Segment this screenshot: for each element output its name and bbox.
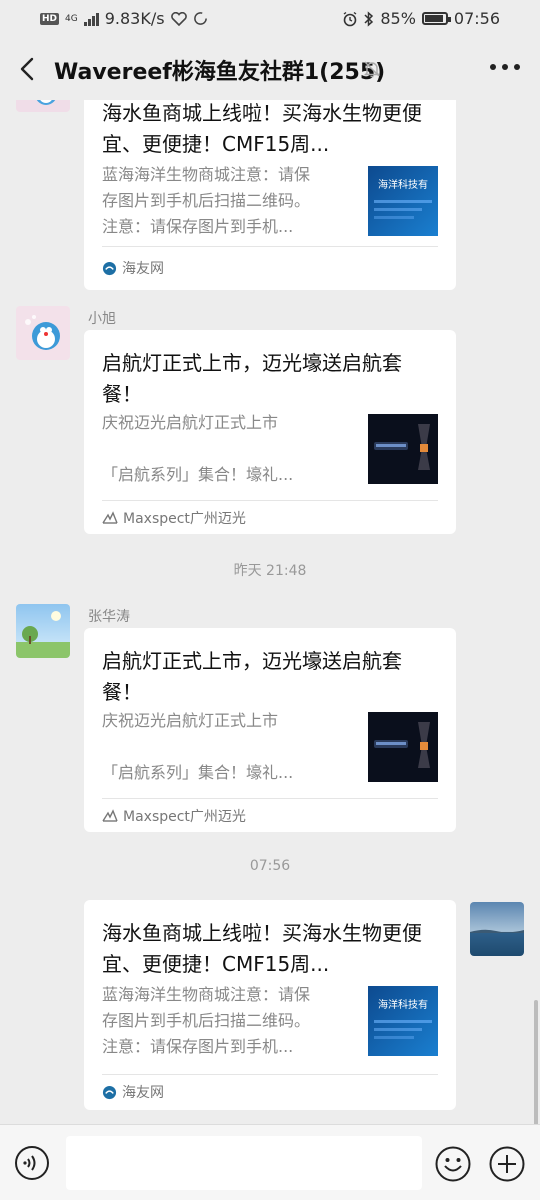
battery-percent: 85%	[380, 9, 416, 28]
network-type: 4G	[65, 13, 78, 24]
card-description: 庆祝迈光启航灯正式上市 「启航系列」集合！壕礼...	[102, 708, 352, 786]
timestamp: 昨天 21:48	[233, 563, 307, 579]
card-source-label: 海友网	[122, 1085, 164, 1101]
clock: 07:56	[453, 9, 500, 28]
sender-name: 张华涛	[88, 609, 130, 625]
sender-name: 小旭	[88, 311, 116, 327]
scrollbar[interactable]	[534, 1000, 538, 1124]
card-desc-line: 庆祝迈光启航灯正式上市	[102, 413, 279, 432]
my-avatar[interactable]	[470, 902, 524, 956]
voice-icon[interactable]	[14, 1145, 50, 1181]
maxspect-logo-icon	[102, 809, 118, 822]
status-left: HD 4G 9.83K/s	[40, 9, 208, 28]
hd-badge: HD	[40, 12, 60, 25]
card-desc-line: 注意：请保存图片到手机...	[102, 217, 294, 236]
battery-icon	[421, 12, 451, 25]
card-divider	[102, 500, 438, 501]
card-description: 蓝海海洋生物商城注意：请保 存图片到手机后扫描二维码。 注意：请保存图片到手机.…	[102, 162, 352, 240]
card-desc-line: 存图片到手机后扫描二维码。	[102, 1011, 311, 1030]
card-thumbnail	[368, 712, 438, 782]
alarm-icon	[343, 11, 357, 26]
chat-title: Wavereef彬海鱼友社群1(255)	[54, 60, 386, 85]
card-desc-line: 「启航系列」集合！壕礼...	[102, 763, 294, 782]
avatar[interactable]	[16, 604, 70, 658]
thumb-text: 海洋科技有	[378, 998, 428, 1011]
link-card[interactable]: 海水鱼商城上线啦！买海水生物更便宜、更便捷！CMF15周... 蓝海海洋生物商城…	[84, 100, 456, 290]
card-source-label: Maxspect广州迈光	[123, 809, 246, 825]
card-desc-line: 存图片到手机后扫描二维码。	[102, 191, 311, 210]
card-title: 启航灯正式上市，迈光壕送启航套餐！	[102, 649, 402, 704]
card-desc-line: 注意：请保存图片到手机...	[102, 1037, 294, 1056]
card-desc-line	[102, 436, 352, 462]
card-divider	[102, 246, 438, 247]
card-desc-line: 「启航系列」集合！壕礼...	[102, 465, 294, 484]
chat-header: Wavereef彬海鱼友社群1(255)	[0, 38, 540, 100]
card-divider	[102, 1074, 438, 1075]
link-card[interactable]: 启航灯正式上市，迈光壕送启航套餐！ 庆祝迈光启航灯正式上市 「启航系列」集合！壕…	[84, 628, 456, 832]
card-source: 海友网	[102, 258, 164, 278]
sync-icon	[193, 12, 207, 25]
card-source-label: 海友网	[122, 261, 164, 277]
card-desc-line: 蓝海海洋生物商城注意：请保	[102, 985, 311, 1004]
emoji-icon[interactable]	[434, 1145, 472, 1183]
link-card[interactable]: 海水鱼商城上线啦！买海水生物更便宜、更便捷！CMF15周... 蓝海海洋生物商城…	[84, 900, 456, 1110]
card-thumbnail: 海洋科技有	[368, 986, 438, 1056]
card-title: 启航灯正式上市，迈光壕送启航套餐！	[102, 351, 402, 406]
back-chevron-left-icon[interactable]	[12, 52, 46, 86]
card-thumbnail: 海洋科技有	[368, 166, 438, 236]
maxspect-logo-icon	[102, 511, 118, 524]
haiyou-logo-icon	[102, 261, 117, 275]
more-options-icon[interactable]	[490, 64, 520, 74]
link-card[interactable]: 启航灯正式上市，迈光壕送启航套餐！ 庆祝迈光启航灯正式上市 「启航系列」集合！壕…	[84, 330, 456, 534]
card-source: Maxspect广州迈光	[102, 806, 246, 826]
avatar[interactable]	[16, 306, 70, 360]
card-desc-line	[102, 734, 352, 760]
plus-icon[interactable]	[488, 1145, 526, 1183]
avatar[interactable]	[16, 100, 70, 112]
card-title: 海水鱼商城上线啦！买海水生物更便宜、更便捷！CMF15周...	[102, 101, 422, 156]
input-bar	[0, 1124, 540, 1200]
card-desc-line: 庆祝迈光启航灯正式上市	[102, 711, 279, 730]
status-bar: HD 4G 9.83K/s 85% 07:56	[0, 0, 540, 38]
card-description: 庆祝迈光启航灯正式上市 「启航系列」集合！壕礼...	[102, 410, 352, 488]
card-source: Maxspect广州迈光	[102, 508, 246, 528]
status-right: 85% 07:56	[342, 9, 500, 28]
card-thumbnail	[368, 414, 438, 484]
card-source: 海友网	[102, 1082, 164, 1102]
chat-area[interactable]: 海水鱼商城上线啦！买海水生物更便宜、更便捷！CMF15周... 蓝海海洋生物商城…	[0, 100, 540, 1124]
signal-icon	[83, 12, 99, 26]
card-divider	[102, 798, 438, 799]
card-desc-line: 蓝海海洋生物商城注意：请保	[102, 165, 311, 184]
bell-off-icon	[363, 61, 381, 78]
heart-icon	[170, 11, 187, 26]
haiyou-logo-icon	[102, 1085, 117, 1099]
message-input[interactable]	[66, 1136, 422, 1190]
bluetooth-icon	[364, 10, 374, 27]
network-speed: 9.83K/s	[104, 9, 165, 28]
thumb-text: 海洋科技有	[378, 178, 428, 191]
timestamp: 07:56	[249, 858, 291, 874]
card-source-label: Maxspect广州迈光	[123, 511, 246, 527]
card-description: 蓝海海洋生物商城注意：请保 存图片到手机后扫描二维码。 注意：请保存图片到手机.…	[102, 982, 352, 1060]
card-title: 海水鱼商城上线啦！买海水生物更便宜、更便捷！CMF15周...	[102, 921, 422, 976]
